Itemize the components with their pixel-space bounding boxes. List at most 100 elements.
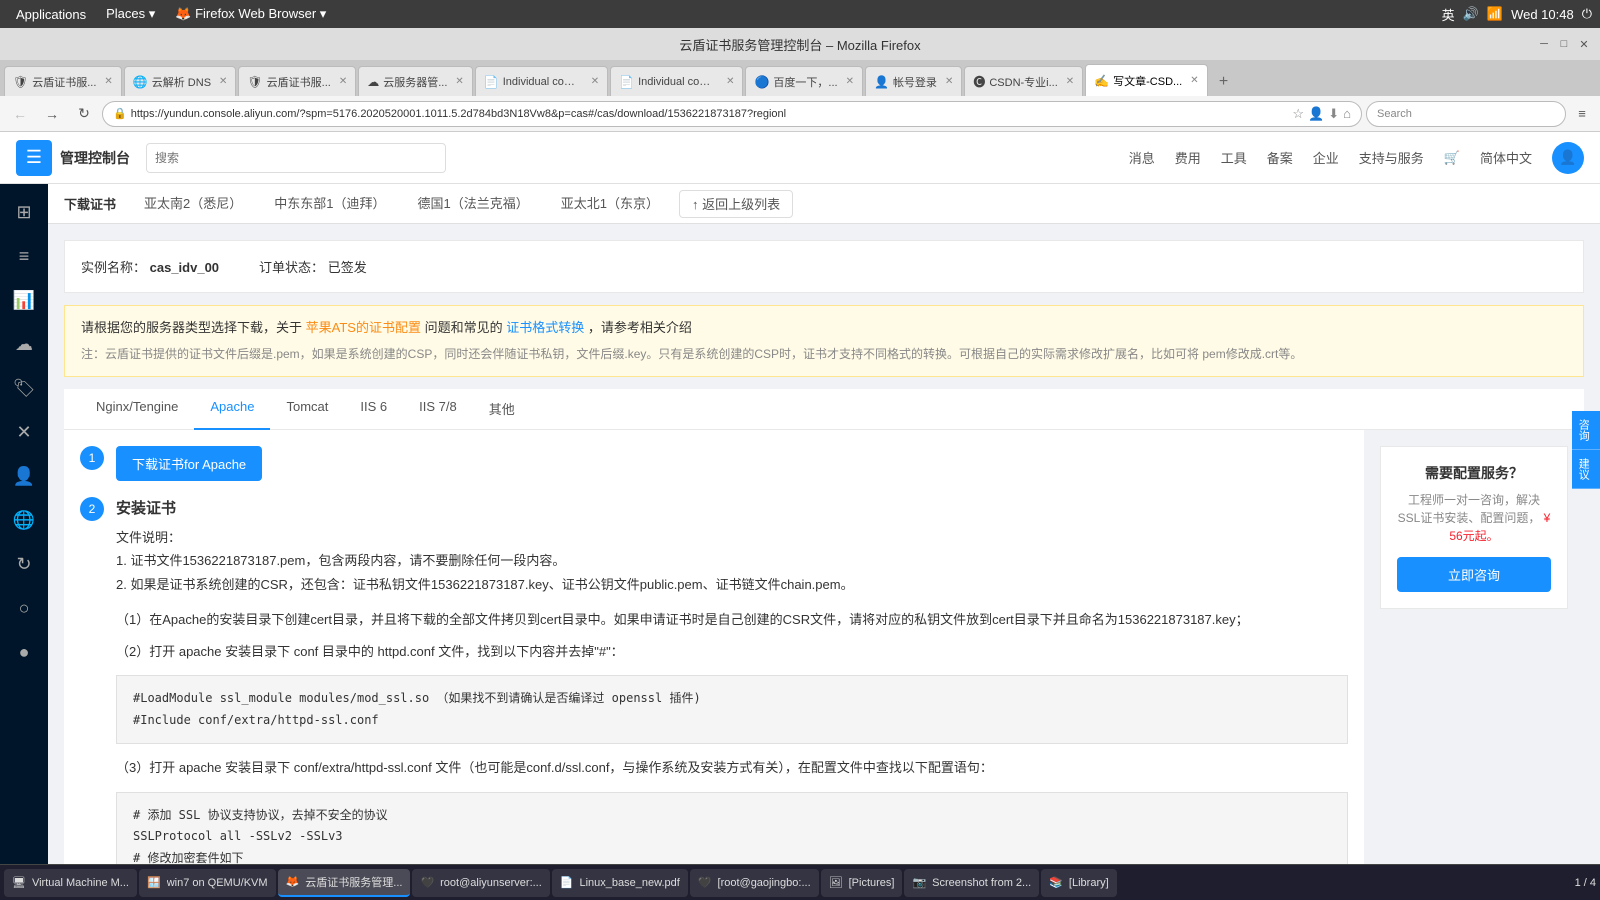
warning-note: 注：云盾证书提供的证书文件后缀是.pem，如果是系统创建的CSP，同时还会伴随证… [81, 345, 1567, 364]
taskbar-item-5[interactable]: 🖤[root@gaojingbo:... [690, 869, 819, 897]
tab-apache[interactable]: Apache [194, 389, 270, 430]
sidebar-dot-icon[interactable]: ● [4, 632, 44, 672]
browser-tab-0[interactable]: 🛡云盾证书服...✕ [4, 66, 122, 96]
taskbar-item-4[interactable]: 📄Linux_base_new.pdf [552, 869, 688, 897]
volume-icon: 🔊 [1463, 6, 1479, 22]
cert-format-link[interactable]: 证书格式转换 [506, 320, 584, 335]
tab-iis78[interactable]: IIS 7/8 [403, 389, 473, 430]
applications-menu[interactable]: Applications [8, 5, 94, 24]
consult-button[interactable]: 立即咨询 [1397, 557, 1551, 592]
widget-suggest[interactable]: 建议 [1572, 450, 1600, 489]
taskbar-item-7[interactable]: 📷Screenshot from 2... [904, 869, 1039, 897]
instruction-1: （1）在Apache的安装目录下创建cert目录，并且将下载的全部文件拷贝到ce… [116, 608, 1348, 631]
warning-text: 请根据您的服务器类型选择下载，关于 苹果ATS的证书配置 问题和常见的 证书格式… [81, 318, 1567, 339]
browser-tab-1[interactable]: 🌐云解析 DNS✕ [124, 66, 237, 96]
taskbar-item-2[interactable]: 🦊云盾证书服务管理... [278, 869, 411, 897]
home-icon[interactable]: ⌂ [1343, 106, 1351, 121]
user-avatar[interactable]: 👤 [1552, 142, 1584, 174]
user-icon[interactable]: 👤 [1308, 106, 1324, 122]
sidebar-globe-icon[interactable]: 🌐 [4, 500, 44, 540]
steps-with-sidebar: 1 下载证书for Apache 2 安装证书 [64, 430, 1584, 864]
tab-tomcat[interactable]: Tomcat [270, 389, 344, 430]
refresh-button[interactable]: ↻ [70, 100, 98, 128]
nav-lang[interactable]: 简体中文 [1480, 148, 1532, 167]
url-bar[interactable]: 🔒 https://yundun.console.aliyun.com/?spm… [102, 101, 1362, 127]
os-topbar-right: 英 🔊 📶 Wed 10:48 ⏻ [1442, 5, 1592, 24]
sidebar-chart-icon[interactable]: 📊 [4, 280, 44, 320]
site-nav: 消息 费用 工具 备案 企业 支持与服务 🛒 简体中文 👤 [1129, 142, 1584, 174]
cert-info-section: 实例名称： cas_idv_00 订单状态： 已签发 [64, 240, 1584, 293]
browser-tab-9[interactable]: ✍写文章-CSD...✕ [1085, 64, 1207, 96]
menu-button[interactable]: ≡ [1570, 102, 1594, 126]
bookmark-icon[interactable]: ☆ [1292, 106, 1304, 122]
minimize-button[interactable]: ─ [1536, 36, 1552, 52]
site-search-input[interactable] [146, 143, 446, 173]
back-to-list-button[interactable]: ↑ 返回上级列表 [679, 190, 793, 218]
taskbar-item-3[interactable]: 🖤root@aliyunserver:... [412, 869, 549, 897]
site-header: ☰ 管理控制台 消息 费用 工具 备案 企业 支持与服务 🛒 简体中文 👤 [0, 132, 1600, 184]
file-desc-item-2: 2. 如果是证书系统创建的CSR，还包含：证书私钥文件1536221873187… [116, 573, 1348, 596]
nav-tools[interactable]: 工具 [1221, 148, 1247, 167]
order-value: 已签发 [328, 260, 367, 275]
download-icon[interactable]: ⬇ [1328, 106, 1339, 122]
nav-message[interactable]: 消息 [1129, 148, 1155, 167]
subnav-dubai[interactable]: 中东东部1（迪拜） [262, 184, 397, 224]
taskbar-item-6[interactable]: 🖼[Pictures] [821, 869, 903, 897]
subnav-sydney[interactable]: 亚太南2（悉尼） [132, 184, 254, 224]
sidebar-cross-icon[interactable]: ✕ [4, 412, 44, 452]
browser-tabs: 🛡云盾证书服...✕🌐云解析 DNS✕🛡云盾证书服...✕☁云服务器管...✕📄… [0, 60, 1600, 96]
sidebar-cloud-icon[interactable]: ☁ [4, 324, 44, 364]
firefox-menu[interactable]: 🦊 Firefox Web Browser ▾ [167, 4, 334, 24]
step-2: 2 安装证书 文件说明： 1. 证书文件1536221873187.pem，包含… [80, 497, 1348, 864]
nav-fee[interactable]: 费用 [1175, 148, 1201, 167]
browser-tab-7[interactable]: 👤帐号登录✕ [865, 66, 962, 96]
browser-tab-6[interactable]: 🔵百度一下，...✕ [745, 66, 863, 96]
apple-ats-link[interactable]: 苹果ATS的证书配置 [306, 320, 421, 335]
taskbar-item-0[interactable]: 🖥Virtual Machine M... [4, 869, 137, 897]
maximize-button[interactable]: □ [1556, 36, 1572, 52]
step-1-circle: 1 [80, 446, 104, 470]
widget-consult[interactable]: 咨询 [1572, 411, 1600, 450]
subnav-tokyo[interactable]: 亚太北1（东京） [549, 184, 671, 224]
places-menu[interactable]: Places ▾ [98, 4, 163, 24]
titlebar-controls: ─ □ ✕ [1536, 36, 1592, 52]
tab-other[interactable]: 其他 [473, 389, 531, 430]
subnav-frankfurt[interactable]: 德国1（法兰克福） [405, 184, 540, 224]
url-actions: ☆ 👤 ⬇ ⌂ [1292, 106, 1351, 122]
sidebar-refresh-icon[interactable]: ↻ [4, 544, 44, 584]
nav-support[interactable]: 支持与服务 [1359, 148, 1424, 167]
browser-tab-5[interactable]: 📄Individual comm...✕ [610, 66, 743, 96]
nav-cart[interactable]: 🛒 [1444, 150, 1460, 166]
browser-tab-3[interactable]: ☁云服务器管...✕ [358, 66, 473, 96]
tab-iis6[interactable]: IIS 6 [344, 389, 403, 430]
power-icon[interactable]: ⏻ [1582, 6, 1592, 22]
search-bar[interactable]: Search [1366, 101, 1566, 127]
browser-tab-8[interactable]: 🅒CSDN-专业i...✕ [964, 66, 1083, 96]
download-cert-button[interactable]: 下载证书for Apache [116, 446, 262, 481]
taskbar-item-8[interactable]: 📚[Library] [1041, 869, 1116, 897]
datetime-display: Wed 10:48 [1511, 7, 1574, 22]
sidebar-grid-icon[interactable]: ⊞ [4, 192, 44, 232]
browser-window: 云盾证书服务管理控制台 – Mozilla Firefox ─ □ ✕ 🛡云盾证… [0, 28, 1600, 900]
browser-tab-4[interactable]: 📄Individual comm...✕ [475, 66, 608, 96]
tab-nginx[interactable]: Nginx/Tengine [80, 389, 194, 430]
lang-indicator[interactable]: 英 [1442, 5, 1455, 24]
nav-enterprise[interactable]: 企业 [1313, 148, 1339, 167]
sidebar-person-icon[interactable]: 👤 [4, 456, 44, 496]
browser-titlebar: 云盾证书服务管理控制台 – Mozilla Firefox ─ □ ✕ [0, 28, 1600, 60]
browser-tab-2[interactable]: 🛡云盾证书服...✕ [238, 66, 356, 96]
nav-record[interactable]: 备案 [1267, 148, 1293, 167]
sidebar-tag-icon[interactable]: 🏷 [4, 368, 44, 408]
sub-nav: 下载证书 亚太南2（悉尼） 中东东部1（迪拜） 德国1（法兰克福） 亚太北1（东… [48, 184, 1600, 224]
close-button[interactable]: ✕ [1576, 36, 1592, 52]
sidebar-list-icon[interactable]: ≡ [4, 236, 44, 276]
forward-button[interactable]: → [38, 100, 66, 128]
sidebar-circle-icon[interactable]: ○ [4, 588, 44, 628]
new-tab-button[interactable]: + [1210, 68, 1238, 96]
back-button[interactable]: ← [6, 100, 34, 128]
browser-navbar: ← → ↻ 🔒 https://yundun.console.aliyun.co… [0, 96, 1600, 132]
taskbar-item-1[interactable]: 🪟win7 on QEMU/KVM [139, 869, 276, 897]
service-card: 需要配置服务？ 工程师一对一咨询，解决SSL证书安装、配置问题， ¥ 56元起。… [1380, 446, 1568, 609]
instance-value: cas_idv_00 [150, 260, 219, 275]
webpage: ☰ 管理控制台 消息 费用 工具 备案 企业 支持与服务 🛒 简体中文 👤 ⊞ [0, 132, 1600, 864]
